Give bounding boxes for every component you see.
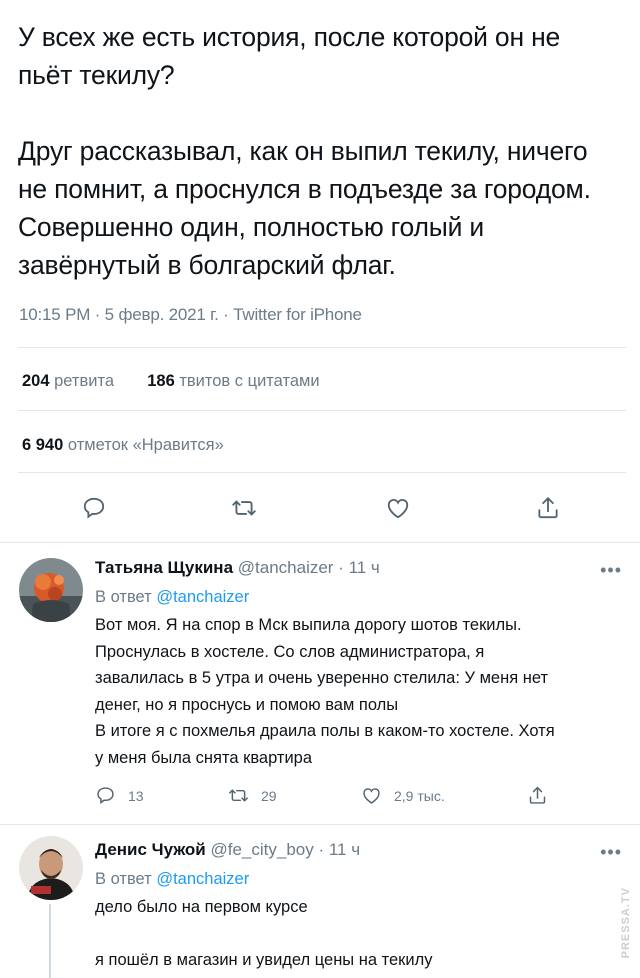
reply-header: Денис Чужой @fe_city_boy · 11 ч (95, 840, 625, 866)
retweet-stats: 204 ретвита 186 твитов с цитатами (22, 372, 320, 391)
reply-retweet-button[interactable]: 29 (228, 785, 277, 806)
share-icon (529, 786, 546, 804)
divider (0, 542, 640, 543)
avatar[interactable] (19, 558, 83, 622)
reply-tweet[interactable]: Денис Чужой @fe_city_boy · 11 ч В ответ … (0, 836, 640, 978)
author-handle[interactable]: @tanchaizer · 11 ч (238, 558, 380, 577)
reply-like-button[interactable]: 2,9 тыс. (361, 785, 445, 806)
likes-stats[interactable]: 6 940 отметок «Нравится» (22, 436, 224, 455)
author-name[interactable]: Татьяна Щукина (95, 558, 233, 577)
tweet-action-bar (0, 492, 640, 532)
divider (18, 472, 626, 473)
reply-icon[interactable] (78, 492, 110, 524)
reply-tweet[interactable]: Татьяна Щукина @tanchaizer · 11 ч В отве… (0, 554, 640, 814)
retweet-icon (229, 789, 248, 802)
reply-to-line: В ответ @tanchaizer (95, 870, 250, 888)
more-options-icon[interactable]: ••• (600, 560, 622, 581)
tweet-paragraph-1: У всех же есть история, после которой он… (18, 22, 561, 90)
tweet-paragraph-2: Друг рассказывал, как он выпил текилу, н… (18, 136, 591, 280)
author-name[interactable]: Денис Чужой (95, 840, 206, 859)
tweet-meta[interactable]: 10:15 PM · 5 февр. 2021 г. · Twitter for… (19, 305, 362, 325)
watermark: PRESSA.TV (620, 886, 632, 958)
reply-header: Татьяна Щукина @tanchaizer · 11 ч (95, 558, 625, 584)
reply-to-line: В ответ @tanchaizer (95, 588, 250, 606)
reply-mention-link[interactable]: @tanchaizer (156, 588, 249, 606)
reply-text: дело было на первом курсе я пошёл в мага… (95, 898, 433, 969)
reply-mention-link[interactable]: @tanchaizer (156, 870, 249, 888)
like-icon (363, 788, 380, 804)
reply-reply-button[interactable]: 13 (95, 785, 144, 806)
retweets-stat[interactable]: 204 ретвита (22, 372, 114, 390)
quotes-stat[interactable]: 186 твитов с цитатами (147, 372, 319, 390)
tweet-text: У всех же есть история, после которой он… (18, 18, 618, 284)
more-options-icon[interactable]: ••• (600, 842, 622, 863)
divider (0, 824, 640, 825)
thread-connector (49, 904, 51, 978)
share-icon[interactable] (532, 492, 564, 524)
like-icon[interactable] (382, 492, 414, 524)
reply-icon (97, 787, 114, 804)
likes-label: отметок «Нравится» (67, 436, 224, 454)
avatar[interactable] (19, 836, 83, 900)
retweet-icon[interactable] (228, 492, 260, 524)
likes-count: 6 940 (22, 436, 64, 454)
divider (18, 410, 626, 411)
reply-text: Вот моя. Я на спор в Мск выпила дорогу ш… (95, 616, 555, 767)
author-handle[interactable]: @fe_city_boy · 11 ч (210, 840, 360, 859)
reply-action-bar: 13 29 2,9 тыс. (95, 785, 625, 813)
divider (18, 347, 626, 348)
reply-share-button[interactable] (527, 785, 560, 806)
